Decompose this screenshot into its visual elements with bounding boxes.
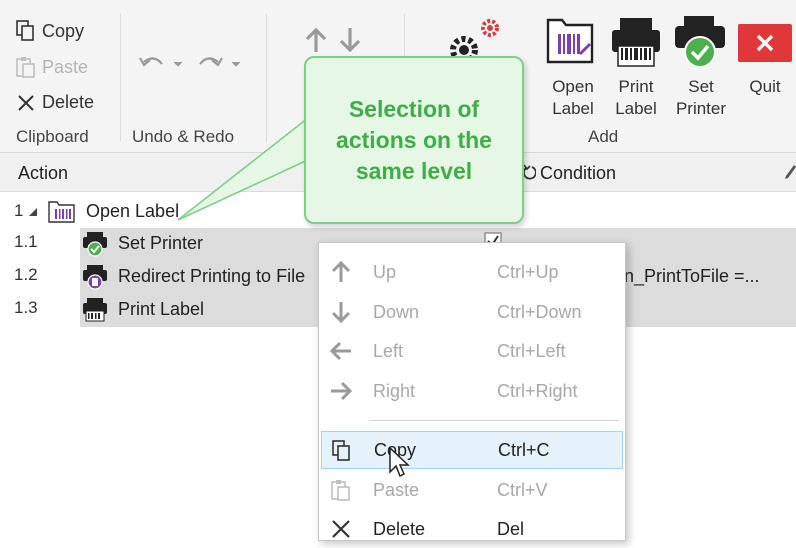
delete-icon — [332, 520, 350, 538]
undo-icon — [139, 57, 183, 67]
arrow-right-icon — [331, 381, 353, 401]
close-icon — [756, 34, 774, 52]
menu-separator — [369, 420, 619, 421]
row-label: Print Label — [118, 299, 205, 319]
move-down-button[interactable] — [338, 26, 362, 54]
row-number: 1.2 — [14, 265, 38, 284]
row-number: 1.1 — [14, 232, 38, 251]
row-label: Redirect Printing to File — [118, 266, 306, 286]
menu-item-label: Delete — [373, 519, 426, 539]
arrow-up-icon — [305, 27, 327, 52]
menu-item-right[interactable]: Right Ctrl+Right — [319, 372, 625, 410]
menu-item-paste[interactable]: Paste Ctrl+V — [319, 471, 625, 509]
menu-item-shortcut: Ctrl+Right — [497, 381, 578, 401]
print-label-icon — [612, 18, 660, 67]
set-printer-button[interactable] — [672, 14, 728, 70]
pencil-icon — [785, 165, 796, 179]
paste-button[interactable]: Paste — [16, 56, 88, 78]
print-label-button[interactable] — [610, 16, 662, 67]
redo-icon — [199, 57, 241, 67]
arrow-left-icon — [329, 341, 351, 361]
menu-item-shortcut: Ctrl+V — [497, 480, 548, 500]
copy-button[interactable]: Copy — [16, 20, 84, 42]
row-condition: n_PrintToFile =... — [624, 266, 760, 286]
menu-item-shortcut: Ctrl+Left — [497, 341, 566, 361]
clipboard-group-label: Clipboard — [16, 127, 89, 146]
callout-text: Selection of actions on the same level — [336, 96, 492, 184]
redo-button[interactable] — [196, 52, 246, 76]
copy-label: Copy — [42, 20, 85, 41]
copy-icon — [332, 440, 350, 461]
row-number: 1 — [14, 201, 24, 220]
open-label-text: Open Label — [552, 77, 594, 118]
menu-item-label: Right — [373, 381, 416, 401]
delete-label: Delete — [42, 92, 95, 112]
condition-header-label: Condition — [540, 163, 617, 183]
set-printer-text: Set Printer — [675, 77, 727, 118]
paste-icon — [16, 57, 35, 78]
condition-icon — [522, 164, 536, 180]
arrow-up-icon — [331, 260, 351, 282]
paste-label: Paste — [42, 56, 89, 77]
menu-item-copy[interactable]: Copy Ctrl+C — [321, 431, 623, 469]
copy-icon — [16, 20, 34, 41]
collapse-triangle-icon[interactable] — [28, 207, 38, 217]
set-printer-icon — [83, 232, 107, 257]
menu-item-shortcut: Ctrl+Up — [497, 262, 559, 282]
callout-bubble: Selection of actions on the same level — [304, 56, 524, 224]
menu-item-label: Down — [373, 302, 420, 322]
add-group-label: Add — [588, 127, 619, 146]
menu-item-delete[interactable]: Delete Del — [319, 510, 625, 548]
menu-item-shortcut: Del — [497, 519, 525, 539]
print-label-text: Print Label — [615, 77, 657, 118]
condition-column-header[interactable]: Condition — [522, 163, 617, 184]
menu-item-label: Left — [373, 341, 404, 361]
arrow-down-icon — [339, 28, 361, 53]
row-number: 1.3 — [14, 298, 38, 317]
open-label-icon — [48, 201, 75, 223]
delete-button[interactable]: Delete — [16, 92, 94, 113]
menu-item-label: Paste — [373, 480, 420, 500]
menu-item-shortcut: Ctrl+Down — [497, 302, 582, 322]
print-label-icon — [83, 298, 107, 322]
menu-item-up[interactable]: Up Ctrl+Up — [319, 253, 625, 291]
arrow-down-icon — [331, 302, 351, 324]
delete-icon — [18, 94, 34, 111]
row-label: Set Printer — [118, 233, 204, 253]
menu-item-down[interactable]: Down Ctrl+Down — [319, 293, 625, 331]
context-menu: Up Ctrl+Up Down Ctrl+Down Left Ctrl+Left… — [318, 242, 626, 541]
action-column-header[interactable]: Action — [18, 163, 68, 184]
undo-button[interactable] — [138, 52, 184, 76]
menu-item-left[interactable]: Left Ctrl+Left — [319, 332, 625, 370]
set-printer-icon — [675, 16, 725, 68]
menu-item-shortcut: Ctrl+C — [498, 440, 550, 460]
quit-label: Quit — [749, 77, 781, 96]
paste-icon — [331, 480, 350, 501]
ribbon-separator — [120, 14, 121, 142]
redirect-printing-icon — [83, 265, 107, 290]
menu-item-label: Up — [373, 262, 397, 282]
mouse-cursor-icon — [389, 446, 410, 478]
quit-button[interactable] — [738, 24, 792, 62]
open-label-button[interactable] — [546, 16, 604, 64]
move-up-button[interactable] — [304, 26, 328, 54]
open-label-icon — [546, 18, 594, 64]
